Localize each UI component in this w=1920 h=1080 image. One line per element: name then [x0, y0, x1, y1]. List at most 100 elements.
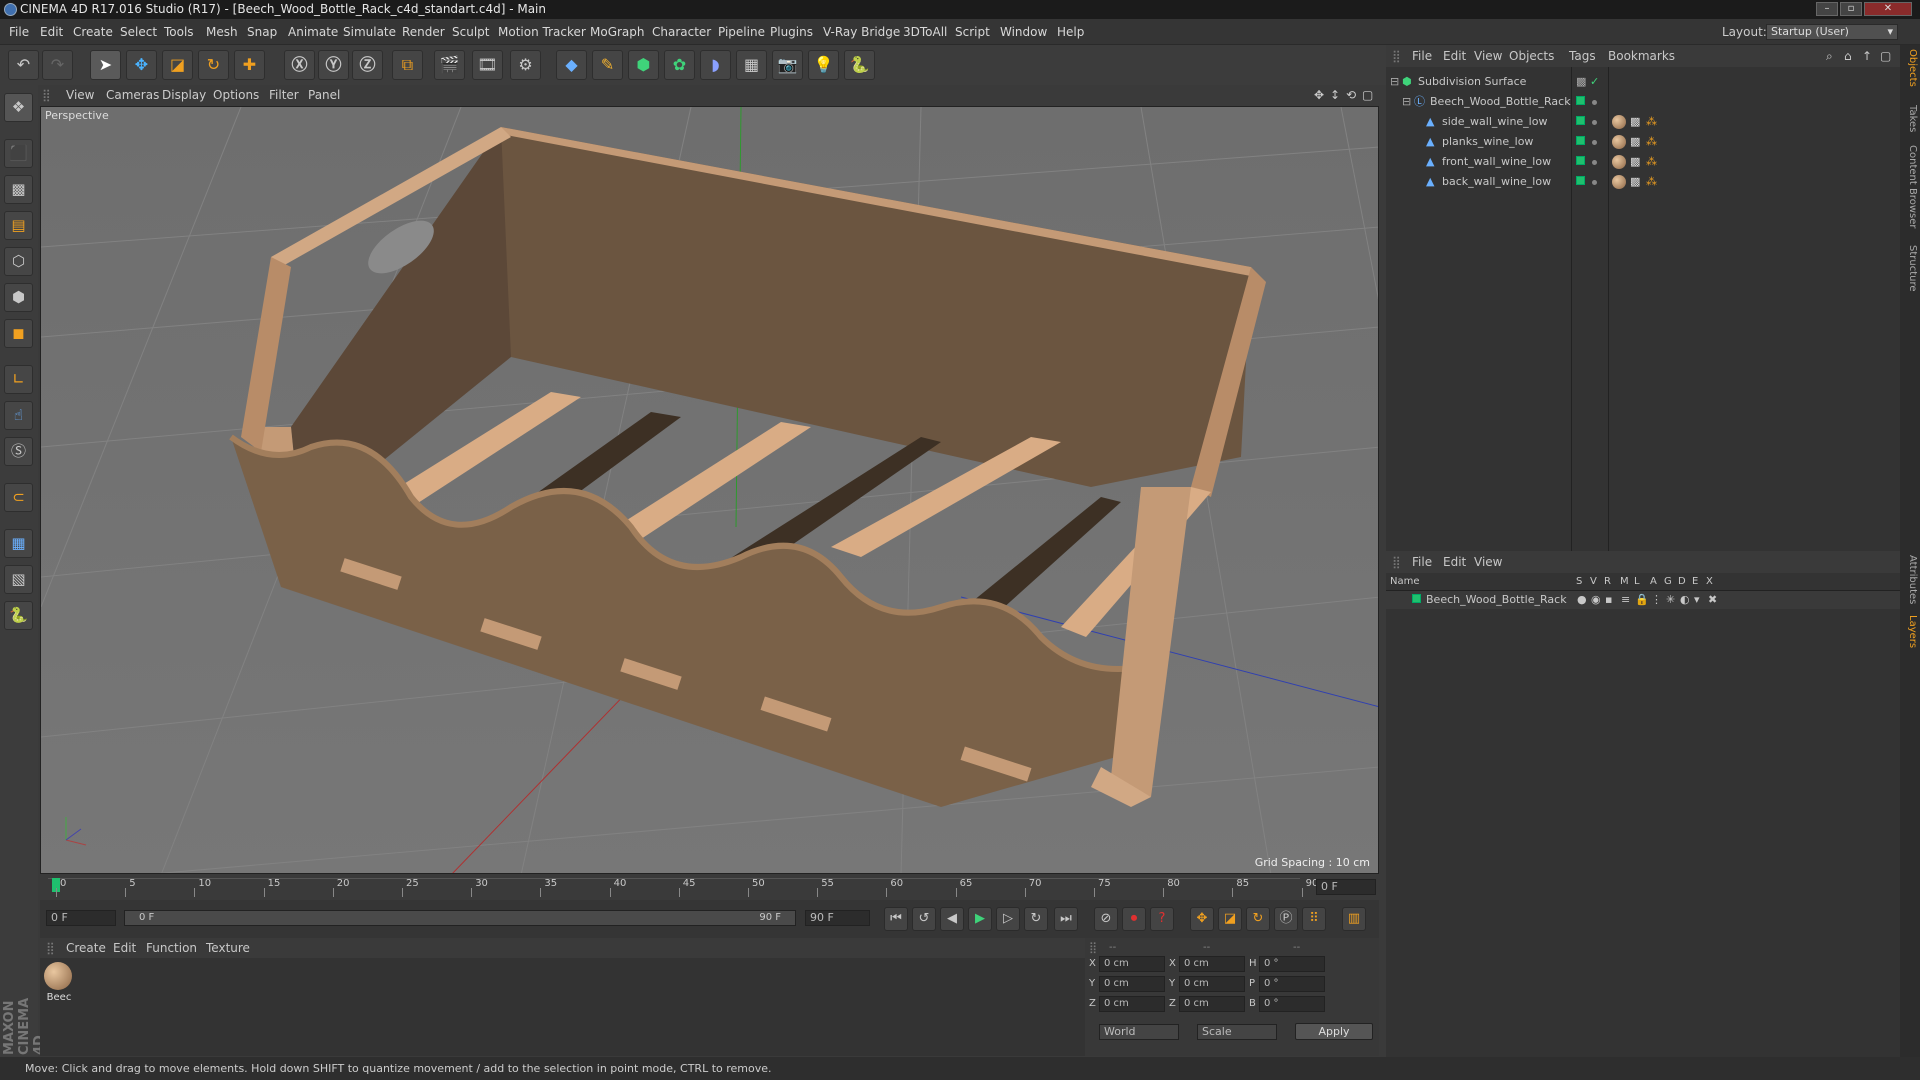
coord-value-field[interactable]: 0 ° — [1259, 956, 1325, 972]
coord-value-field[interactable]: 0 cm — [1099, 976, 1165, 992]
select-arrow-icon[interactable]: ➤ — [90, 50, 121, 80]
side-tab-takes[interactable]: Takes — [1902, 105, 1918, 132]
material-tag-icon[interactable] — [1612, 135, 1626, 149]
material-tag-icon[interactable] — [1612, 115, 1626, 129]
phong-tag-icon[interactable]: ⁂ — [1646, 152, 1657, 172]
menu-script[interactable]: Script — [955, 19, 990, 45]
timeline[interactable]: 0 5 10 15 20 25 30 35 40 45 50 55 60 65 70 75 80 85 90 0 F — [40, 874, 1379, 900]
coord-scale-select[interactable]: Scale — [1197, 1024, 1277, 1040]
uvw-tag-icon[interactable]: ▩ — [1630, 112, 1640, 132]
material-menu-function[interactable]: Function — [146, 938, 197, 958]
xref-icon[interactable]: ✖ — [1708, 591, 1717, 609]
generator-icon[interactable]: ✳ — [1666, 591, 1675, 609]
visibility-dots-icon[interactable] — [1592, 132, 1597, 152]
undo-icon[interactable]: ↶ — [8, 50, 39, 80]
coord-value-field[interactable]: 0 ° — [1259, 996, 1325, 1012]
animation-icon[interactable]: ⋮ — [1651, 591, 1662, 609]
layer-row[interactable]: Beech_Wood_Bottle_Rack ● ◉ ▪ ≡ 🔒 ⋮ ✳ ◐ ▾… — [1386, 591, 1900, 609]
viewport-3d[interactable]: Perspective Grid Spacing : 10 cm — [40, 106, 1379, 874]
menu-character[interactable]: Character — [652, 19, 711, 45]
snap-icon[interactable]: Ⓢ — [4, 437, 33, 466]
layer-column-header[interactable]: M — [1620, 576, 1629, 587]
manager-icon[interactable]: ≡ — [1621, 591, 1630, 609]
object-row-child[interactable]: ▲ planks_wine_low ▩ ⁂ — [1386, 132, 1900, 152]
side-tab-structure[interactable]: Structure — [1902, 245, 1918, 292]
side-tab-layers[interactable]: Layers — [1902, 615, 1918, 648]
search-icon[interactable]: ⌕ — [1826, 45, 1833, 67]
menu-create[interactable]: Create — [73, 19, 113, 45]
add-move-icon[interactable]: ✚ — [234, 50, 265, 80]
coord-value-field[interactable]: 0 cm — [1179, 976, 1245, 992]
key-pla-icon[interactable]: ⠿ — [1302, 907, 1326, 931]
key-scale-icon[interactable]: ◪ — [1218, 907, 1242, 931]
menu-snap[interactable]: Snap — [247, 19, 277, 45]
render-settings-icon[interactable]: ⚙ — [510, 50, 541, 80]
redo-icon[interactable]: ↷ — [42, 50, 73, 80]
uvw-tag-icon[interactable]: ▩ — [1630, 132, 1640, 152]
menu-sculpt[interactable]: Sculpt — [452, 19, 489, 45]
light-icon[interactable]: 💡 — [808, 50, 839, 80]
rotate-icon[interactable]: ↻ — [198, 50, 229, 80]
edges-mode-icon[interactable]: ⬢ — [4, 283, 33, 312]
render-view-icon[interactable]: 🎬 — [434, 50, 465, 80]
layer-column-header[interactable]: D — [1678, 576, 1686, 587]
axis-mode-icon[interactable]: ∟ — [4, 365, 33, 394]
start-frame-field[interactable]: 0 F — [46, 910, 116, 926]
menu-file[interactable]: File — [9, 19, 29, 45]
key-rotation-icon[interactable]: ↻ — [1246, 907, 1270, 931]
next-key-icon[interactable]: ↻ — [1024, 907, 1048, 931]
workplane-icon[interactable]: ▤ — [4, 211, 33, 240]
scale-icon[interactable]: ◪ — [162, 50, 193, 80]
pen-spline-icon[interactable]: ✎ — [592, 50, 623, 80]
material-tag-icon[interactable] — [1612, 155, 1626, 169]
material-menu-edit[interactable]: Edit — [113, 938, 136, 958]
cube-icon[interactable]: ◆ — [556, 50, 587, 80]
up-icon[interactable]: ↑ — [1862, 45, 1872, 67]
magnet-icon[interactable]: ⊂ — [4, 483, 33, 512]
new-view-icon[interactable]: ▢ — [1880, 45, 1891, 67]
render-picture-viewer-icon[interactable]: 🎞 — [472, 50, 503, 80]
menu-3dtoall[interactable]: 3DToAll — [903, 19, 947, 45]
current-frame-field[interactable]: 0 F — [1316, 879, 1376, 895]
end-frame-field[interactable]: 90 F — [805, 910, 870, 926]
layer-column-header[interactable]: R — [1604, 576, 1611, 587]
visibility-dots-icon[interactable] — [1592, 92, 1597, 112]
z-axis-icon[interactable]: Ⓩ — [352, 50, 383, 80]
previous-frame-icon[interactable]: ◀ — [940, 907, 964, 931]
phong-tag-icon[interactable]: ⁂ — [1646, 172, 1657, 192]
menu-render[interactable]: Render — [402, 19, 445, 45]
menu-plugins[interactable]: Plugins — [770, 19, 813, 45]
collapse-icon[interactable]: ⊟ — [1402, 92, 1411, 112]
material-menu-create[interactable]: Create — [66, 938, 106, 958]
coord-mode-select[interactable]: World — [1099, 1024, 1179, 1040]
coord-value-field[interactable]: 0 cm — [1179, 956, 1245, 972]
object-menu-tags[interactable]: Tags — [1569, 45, 1596, 67]
key-parameter-icon[interactable]: Ⓟ — [1274, 907, 1298, 931]
range-slider[interactable]: 0 F 90 F — [124, 910, 796, 926]
python-generator-icon[interactable]: 🐍 — [4, 601, 33, 630]
menu-pipeline[interactable]: Pipeline — [718, 19, 765, 45]
layer-menu-edit[interactable]: Edit — [1443, 551, 1466, 573]
deformer-icon[interactable]: ◐ — [1680, 591, 1690, 609]
viewport-menu-cameras[interactable]: Cameras — [106, 85, 159, 106]
close-button[interactable]: ✕ — [1864, 2, 1912, 16]
object-row-child[interactable]: ▲ side_wall_wine_low ▩ ⁂ — [1386, 112, 1900, 132]
menu-edit[interactable]: Edit — [40, 19, 63, 45]
viewport-menu-filter[interactable]: Filter — [269, 85, 299, 106]
solo-icon[interactable]: ● — [1577, 591, 1587, 609]
subdivision-icon[interactable]: ⬢ — [628, 50, 659, 80]
phong-tag-icon[interactable]: ⁂ — [1646, 132, 1657, 152]
autokey-icon[interactable]: ⊘ — [1094, 907, 1118, 931]
object-row-subdivision-surface[interactable]: ⊟ ⬢ Subdivision Surface ▩ ✓ — [1386, 72, 1900, 92]
planar-workplane-icon[interactable]: ▧ — [4, 565, 33, 594]
x-axis-icon[interactable]: Ⓧ — [284, 50, 315, 80]
viewport-menu-options[interactable]: Options — [213, 85, 259, 106]
menu-motion-tracker[interactable]: Motion Tracker — [498, 19, 586, 45]
object-menu-bookmarks[interactable]: Bookmarks — [1608, 45, 1675, 67]
maximize-button[interactable]: ▫ — [1840, 2, 1862, 16]
layer-menu-file[interactable]: File — [1412, 551, 1432, 573]
coord-value-field[interactable]: 0 cm — [1099, 956, 1165, 972]
go-to-start-icon[interactable]: ⏮ — [884, 907, 908, 931]
polygons-mode-icon[interactable]: ◼ — [4, 319, 33, 348]
collapse-icon[interactable]: ⊟ — [1390, 72, 1399, 92]
